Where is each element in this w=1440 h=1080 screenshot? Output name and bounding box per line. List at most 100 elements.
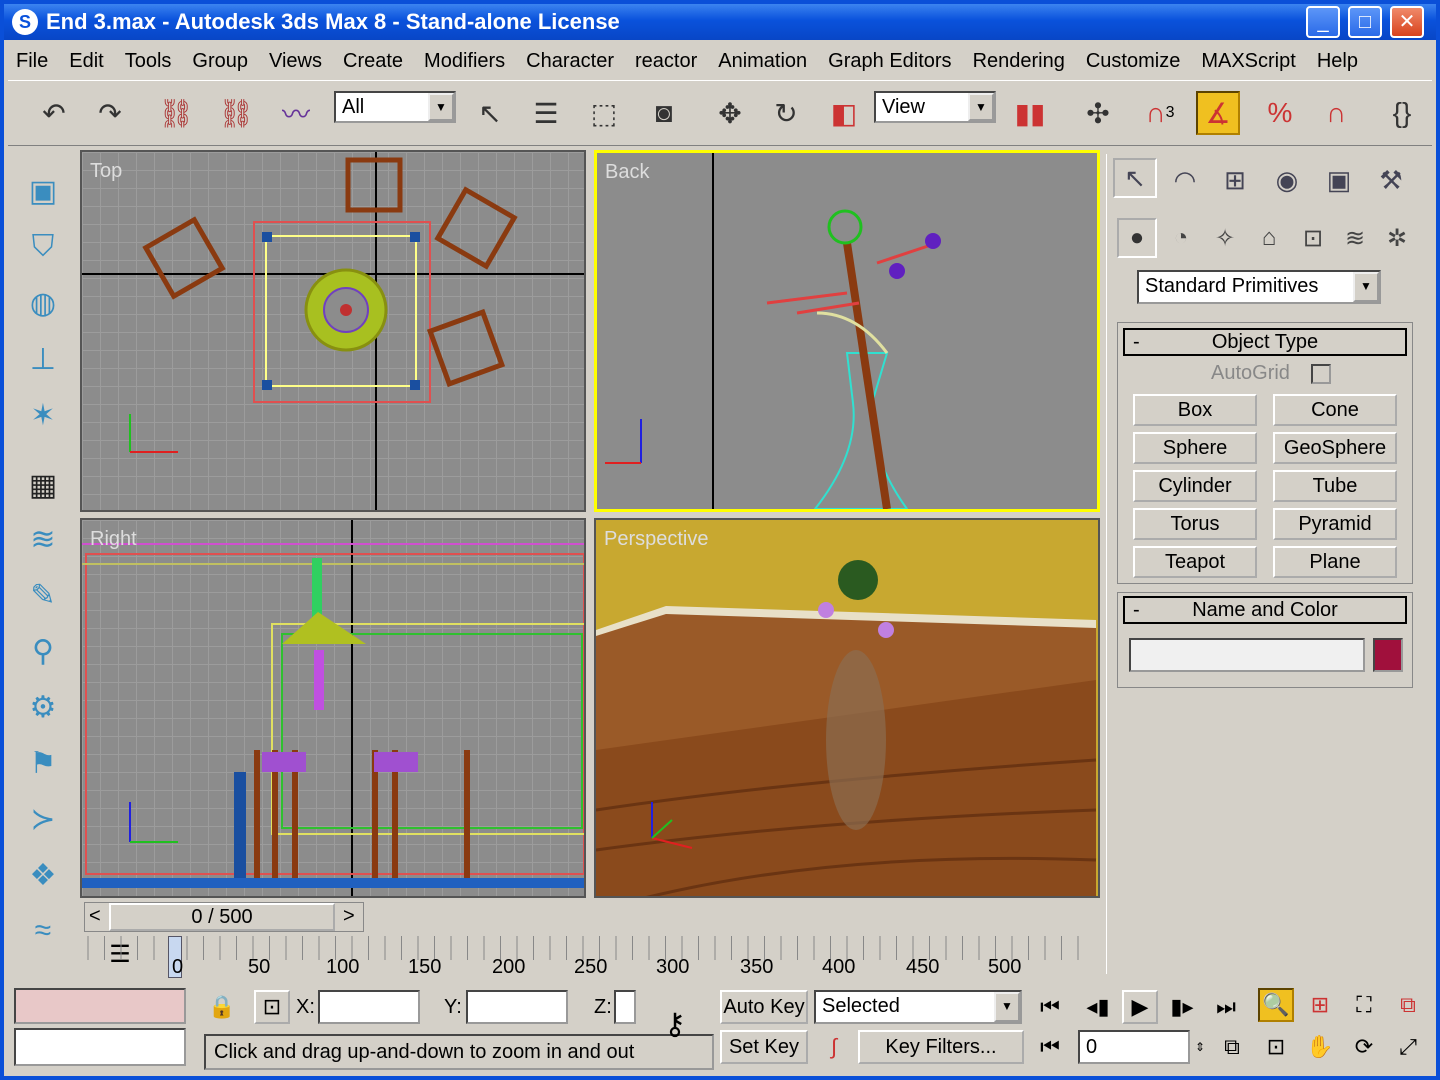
utilities-tab-icon[interactable]: ⚒ (1369, 160, 1413, 200)
viewport-back[interactable]: Back (594, 150, 1100, 512)
set-key-button[interactable]: Set Key (720, 1030, 808, 1064)
scale-icon[interactable]: ◧ (822, 91, 866, 135)
systems-icon[interactable]: ✲ (1377, 218, 1417, 258)
menu-group[interactable]: Group (192, 50, 248, 73)
cameras-icon[interactable]: ⌂ (1249, 218, 1289, 258)
menu-animation[interactable]: Animation (718, 50, 807, 73)
pan-hand-icon[interactable]: ✋ (1302, 1030, 1338, 1064)
cone-button[interactable]: Cone (1273, 394, 1397, 426)
menu-reactor[interactable]: reactor (635, 50, 697, 73)
auto-key-button[interactable]: Auto Key (720, 990, 808, 1024)
helper-icon[interactable]: ⊥ (20, 336, 66, 382)
geometry-icon[interactable]: ● (1117, 218, 1157, 258)
go-to-end-icon[interactable]: ⏭ (1208, 990, 1244, 1024)
rotate-icon[interactable]: ↻ (764, 91, 808, 135)
unlink-icon[interactable]: ⛓ (214, 91, 258, 135)
torus-button[interactable]: Torus (1133, 508, 1257, 540)
menu-edit[interactable]: Edit (69, 50, 103, 73)
zoom-all-icon[interactable]: ⊞ (1302, 988, 1338, 1022)
window-crossing-icon[interactable]: ◙ (642, 91, 686, 135)
time-slider-thumb[interactable]: 0 / 500 (109, 903, 335, 931)
name-and-color-header[interactable]: - Name and Color (1123, 596, 1407, 624)
redo-icon[interactable]: ↷ (88, 91, 132, 135)
percent-snap-icon[interactable]: % (1258, 91, 1302, 135)
viewport-perspective[interactable]: Perspective (594, 518, 1100, 898)
select-manipulate-icon[interactable]: ✣ (1076, 91, 1120, 135)
viewport-top[interactable]: Top (80, 150, 586, 512)
undo-icon[interactable]: ↶ (32, 91, 76, 135)
rectangular-selection-icon[interactable]: ⬚ (582, 91, 626, 135)
field-of-view-icon[interactable]: ⊡ (1258, 1030, 1294, 1064)
box-button[interactable]: Box (1133, 394, 1257, 426)
modify-tab-icon[interactable]: ◠ (1163, 160, 1207, 200)
menu-file[interactable]: File (16, 50, 48, 73)
menu-help[interactable]: Help (1317, 50, 1358, 73)
viewport-right[interactable]: Right (80, 518, 586, 898)
default-in-out-tangents-icon[interactable]: ∫ (816, 1030, 852, 1064)
pyramid-button[interactable]: Pyramid (1273, 508, 1397, 540)
x-coordinate-field[interactable] (318, 990, 420, 1024)
gear-icon[interactable]: ⚙ (20, 684, 66, 730)
render-icon[interactable]: ▦ (20, 462, 66, 508)
select-by-name-icon[interactable]: ☰ (524, 91, 568, 135)
zoom-extents-all-icon[interactable]: ⧉ (1390, 988, 1426, 1022)
time-slider[interactable]: < 0 / 500 > (84, 902, 364, 932)
menu-create[interactable]: Create (343, 50, 403, 73)
key-filters-button[interactable]: Key Filters... (858, 1030, 1024, 1064)
time-slider-next[interactable]: > (343, 905, 355, 928)
menu-tools[interactable]: Tools (125, 50, 172, 73)
lights-icon[interactable]: ✧ (1205, 218, 1245, 258)
menu-modifiers[interactable]: Modifiers (424, 50, 505, 73)
object-type-header[interactable]: - Object Type (1123, 328, 1407, 356)
zoom-icon[interactable]: 🔍 (1258, 988, 1294, 1022)
minimize-button[interactable]: _ (1306, 6, 1340, 38)
current-frame-field[interactable]: 0 (1078, 1030, 1190, 1064)
object-icon[interactable]: ⛉ (20, 224, 66, 270)
move-icon[interactable]: ✥ (708, 91, 752, 135)
z-coordinate-field[interactable] (614, 990, 636, 1024)
zoom-extents-icon[interactable]: ⛶ (1346, 988, 1382, 1022)
sphere-button[interactable]: Sphere (1133, 432, 1257, 464)
biped-icon[interactable]: ✶ (20, 392, 66, 438)
play-icon[interactable]: ▶ (1122, 990, 1158, 1024)
layers-icon[interactable]: ≋ (20, 516, 66, 562)
key-mode-toggle-icon[interactable]: ⏮ (1032, 1030, 1068, 1064)
menu-customize[interactable]: Customize (1086, 50, 1180, 73)
helpers-icon[interactable]: ⊡ (1293, 218, 1333, 258)
hierarchy-tab-icon[interactable]: ⊞ (1213, 160, 1257, 200)
create-tab-icon[interactable]: ↖ (1113, 158, 1157, 198)
teapot-button[interactable]: Teapot (1133, 546, 1257, 578)
maximize-button[interactable]: □ (1348, 6, 1382, 38)
weather-vane-icon[interactable]: ⚑ (20, 740, 66, 786)
display-tab-icon[interactable]: ▣ (1317, 160, 1361, 200)
plane-button[interactable]: Plane (1273, 546, 1397, 578)
cloth-icon[interactable]: ❖ (20, 852, 66, 898)
magnifier-icon[interactable]: ⚲ (20, 628, 66, 674)
motion-tab-icon[interactable]: ◉ (1265, 160, 1309, 200)
menu-maxscript[interactable]: MAXScript (1201, 50, 1295, 73)
angle-snap-icon[interactable]: ∡ (1196, 91, 1240, 135)
time-slider-prev[interactable]: < (89, 905, 101, 928)
time-configuration-icon[interactable]: ⧉ (1214, 1030, 1250, 1064)
menu-rendering[interactable]: Rendering (973, 50, 1065, 73)
snap-toggle-icon[interactable]: ∩ 3 (1138, 91, 1182, 135)
sphere-icon[interactable]: ◍ (20, 280, 66, 326)
absolute-mode-icon[interactable]: ⊡ (254, 990, 290, 1024)
maxscript-listener-pink[interactable] (14, 988, 186, 1024)
cylinder-button[interactable]: Cylinder (1133, 470, 1257, 502)
track-bar[interactable]: 0 50 100 150 200 250 300 350 400 450 500 (84, 934, 1104, 982)
category-dropdown[interactable]: Standard Primitives ▼ (1137, 270, 1381, 304)
object-name-field[interactable] (1129, 638, 1365, 672)
maxscript-listener-white[interactable] (14, 1028, 186, 1066)
menu-views[interactable]: Views (269, 50, 322, 73)
close-button[interactable]: ✕ (1390, 6, 1424, 38)
tube-button[interactable]: Tube (1273, 470, 1397, 502)
lock-icon[interactable]: 🔒 (204, 990, 240, 1024)
pivot-center-icon[interactable]: ▮▮ (1008, 91, 1052, 135)
autogrid-checkbox[interactable] (1311, 364, 1331, 384)
named-selection-sets-icon[interactable]: {} (1380, 91, 1424, 135)
selection-filter-dropdown[interactable]: All ▼ (334, 91, 456, 123)
arc-rotate-icon[interactable]: ⟳ (1346, 1030, 1382, 1064)
menu-graph-editors[interactable]: Graph Editors (828, 50, 951, 73)
y-coordinate-field[interactable] (466, 990, 568, 1024)
